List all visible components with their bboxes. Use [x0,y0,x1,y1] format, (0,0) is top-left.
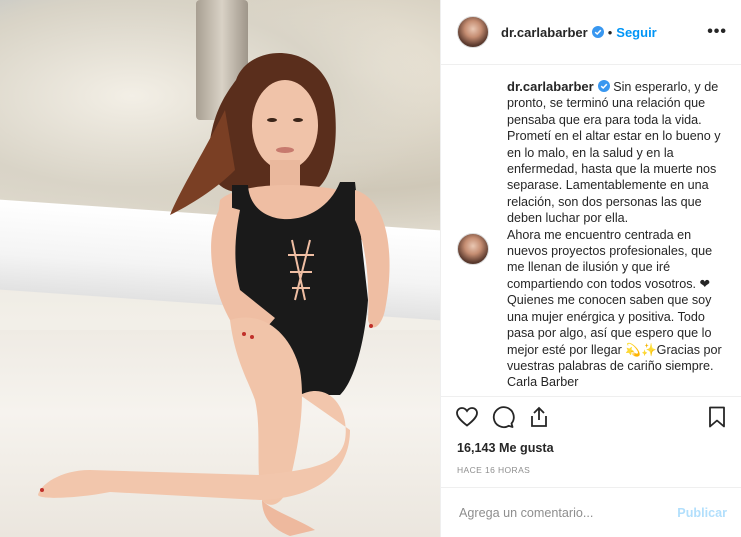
comment-icon[interactable] [491,405,515,429]
caption-signature: Carla Barber [507,375,579,390]
woman-in-swimsuit [38,52,390,536]
post-side-panel: dr.carlabarber • Seguir ••• dr.carlabarb… [440,0,741,537]
caption-username[interactable]: dr.carlabarber [507,79,594,94]
follow-button[interactable]: Seguir [616,25,656,40]
header-username[interactable]: dr.carlabarber [501,25,588,40]
caption: dr.carlabarber Sin esperarlo, y de pront… [457,79,725,391]
instagram-post: dr.carlabarber • Seguir ••• dr.carlabarb… [0,0,741,537]
post-header: dr.carlabarber • Seguir ••• [441,0,741,65]
bookmark-icon[interactable] [705,405,729,429]
more-options-icon[interactable]: ••• [707,23,727,41]
comments-area[interactable]: dr.carlabarber Sin esperarlo, y de pront… [441,65,741,396]
caption-avatar[interactable] [457,233,489,265]
separator-dot: • [607,24,613,40]
caption-paragraph-2: Ahora me encuentro centrada en nuevos pr… [507,227,722,373]
publish-button[interactable]: Publicar [677,506,727,520]
likes-count[interactable]: 16,143 Me gusta [441,437,741,455]
add-comment-bar: Publicar [441,487,741,537]
caption-paragraph-1: Sin esperarlo, y de pronto, se terminó u… [507,80,721,226]
post-timestamp: HACE 16 HORAS [457,465,531,475]
post-photo[interactable] [0,0,440,537]
verified-badge-icon [591,26,604,38]
verified-badge-icon [597,80,610,92]
action-bar [441,396,741,437]
heart-icon[interactable] [455,405,479,429]
comment-input[interactable] [457,504,678,521]
avatar[interactable] [457,16,489,48]
share-icon[interactable] [527,405,551,429]
caption-text: dr.carlabarber Sin esperarlo, y de pront… [507,79,725,391]
